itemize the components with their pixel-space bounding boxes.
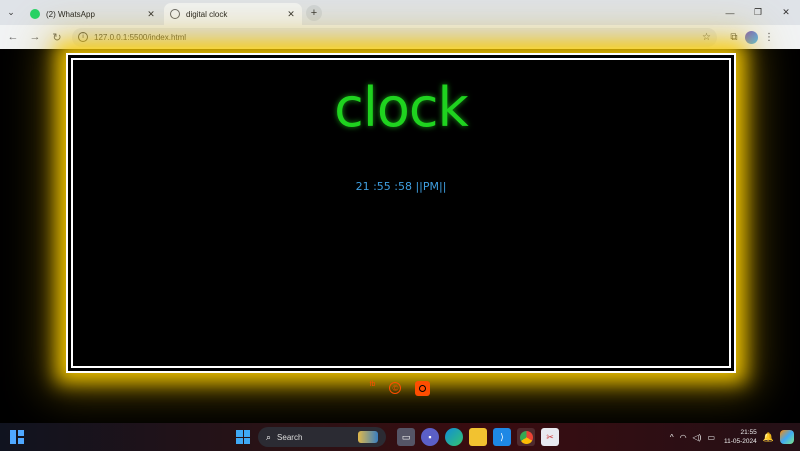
tab-search-chevron-icon[interactable]: ⌄ (0, 0, 22, 25)
page-viewport: clock 21 :55 :58 ||PM|| fb © (0, 49, 800, 423)
extensions-icon[interactable]: ⧉ (723, 26, 745, 48)
forward-arrow-icon[interactable]: → (24, 26, 46, 48)
site-info-icon[interactable]: i (78, 32, 88, 42)
time-display: 21 :55 :58 ||PM|| (355, 180, 447, 193)
restore-icon[interactable]: ❐ (744, 0, 772, 25)
task-view-icon[interactable]: ▭ (397, 428, 415, 446)
copilot-icon[interactable] (780, 430, 794, 444)
vscode-icon[interactable]: ⟩ (493, 428, 511, 446)
search-label: Search (277, 432, 303, 442)
close-tab-icon[interactable]: ✕ (146, 9, 156, 20)
tab-title: (2) WhatsApp (46, 9, 95, 19)
reload-icon[interactable]: ↻ (46, 26, 68, 48)
browser-window: ⌄ (2) WhatsApp ✕ digital clock ✕ + — ❐ ✕… (0, 0, 800, 451)
windows-taskbar: ⌕ Search ▭ ▪ ⟩ ✂ ^ ◠ ◁) ▭ 21:55 11-05-20… (0, 423, 800, 451)
globe-icon (170, 9, 180, 19)
edge-icon[interactable] (445, 428, 463, 446)
footer-social-icons: fb © (0, 380, 800, 396)
notification-bell-icon[interactable]: 🔔 (763, 432, 774, 443)
address-bar[interactable]: i 127.0.0.1:5500/index.html ☆ (72, 27, 717, 47)
chevron-up-icon[interactable]: ^ (670, 433, 674, 442)
system-tray: ^ ◠ ◁) ▭ 21:55 11-05-2024 🔔 (667, 423, 794, 451)
tab-whatsapp[interactable]: (2) WhatsApp ✕ (24, 3, 162, 25)
minimize-icon[interactable]: — (716, 0, 744, 25)
battery-icon[interactable]: ▭ (707, 433, 715, 442)
taskbar-search[interactable]: ⌕ Search (258, 427, 386, 447)
address-url[interactable]: 127.0.0.1:5500/index.html (94, 33, 702, 42)
instagram-icon[interactable] (415, 380, 431, 396)
taskbar-date: 11-05-2024 (724, 438, 757, 445)
profile-avatar[interactable] (745, 30, 758, 44)
copyright-icon[interactable]: © (389, 382, 402, 394)
close-window-icon[interactable]: ✕ (772, 0, 800, 25)
teams-icon[interactable]: ▪ (421, 428, 439, 446)
search-icon: ⌕ (266, 431, 272, 442)
widgets-icon[interactable] (10, 430, 24, 444)
facebook-icon[interactable]: fb (370, 376, 376, 392)
search-highlight-image (358, 431, 378, 443)
clock-panel: clock 21 :55 :58 ||PM|| (71, 58, 731, 368)
wifi-icon[interactable]: ◠ (680, 433, 687, 442)
whatsapp-icon (30, 9, 40, 19)
volume-icon[interactable]: ◁) (693, 433, 702, 442)
taskbar-time: 21:55 (740, 429, 757, 436)
new-tab-button[interactable]: + (306, 5, 322, 21)
browser-toolbar: ← → ↻ i 127.0.0.1:5500/index.html ☆ ⧉ ⋮ (0, 25, 800, 49)
snipping-tool-icon[interactable]: ✂ (541, 428, 559, 446)
menu-kebab-icon[interactable]: ⋮ (758, 26, 780, 48)
file-explorer-icon[interactable] (469, 428, 487, 446)
tab-digital-clock[interactable]: digital clock ✕ (164, 3, 302, 25)
back-arrow-icon[interactable]: ← (2, 26, 24, 48)
start-windows-icon[interactable] (236, 430, 250, 444)
chrome-icon[interactable] (517, 428, 535, 446)
page-title: clock (334, 76, 469, 139)
clock-frame: clock 21 :55 :58 ||PM|| (66, 53, 736, 373)
bookmark-star-icon[interactable]: ☆ (702, 32, 711, 43)
tab-title: digital clock (186, 9, 228, 19)
close-tab-icon[interactable]: ✕ (286, 9, 296, 20)
window-controls: — ❐ ✕ (716, 0, 800, 25)
taskbar-clock[interactable]: 21:55 11-05-2024 (724, 428, 757, 446)
tab-strip: ⌄ (2) WhatsApp ✕ digital clock ✕ + — ❐ ✕ (0, 0, 800, 25)
